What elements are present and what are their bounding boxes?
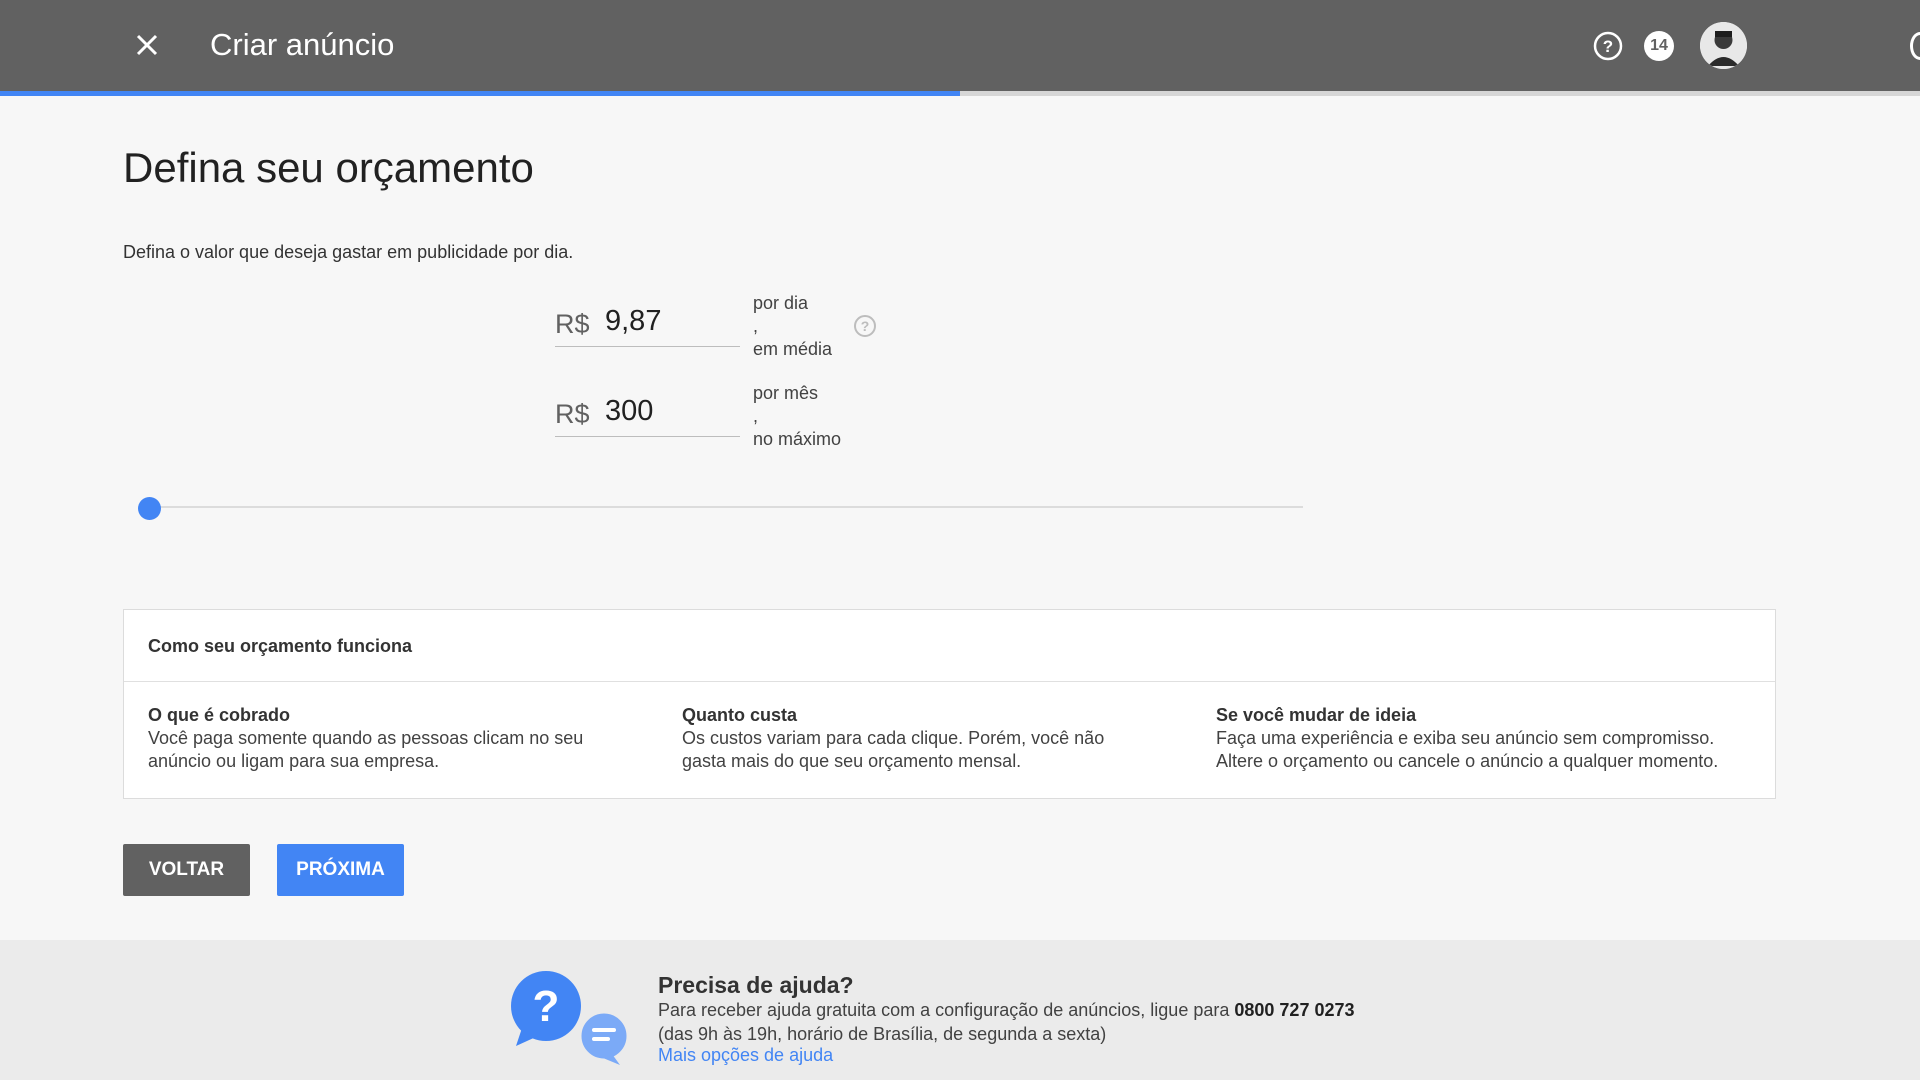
daily-budget-field: R$ [555, 293, 740, 347]
monthly-unit-line2: , [753, 406, 759, 426]
daily-unit-line3: em média [753, 339, 833, 359]
svg-text:?: ? [861, 318, 870, 334]
monthly-budget-field: R$ [555, 383, 740, 437]
footer-phone-text: Para receber ajuda gratuita com a config… [658, 1000, 1235, 1020]
info-column-text: gasta mais do que seu orçamento mensal. [682, 751, 1022, 771]
monthly-currency-label: R$ [555, 399, 590, 429]
page-title: Defina seu orçamento [123, 144, 534, 191]
info-column-title: Quanto custa [682, 705, 798, 725]
monthly-unit-line3: no máximo [753, 429, 842, 449]
footer-hours-line: (das 9h às 19h, horário de Brasília, de … [658, 1024, 1107, 1044]
footer-title: Precisa de ajuda? [658, 972, 854, 998]
budget-description: Defina o valor que deseja gastar em publ… [123, 242, 574, 262]
info-column-text: anúncio ou ligam para sua empresa. [148, 751, 440, 771]
close-icon[interactable] [128, 26, 166, 64]
top-app-bar: Criar anúncio ? 14 [0, 0, 1920, 91]
info-column-text: Os custos variam para cada clique. Porém… [682, 728, 1105, 748]
wizard-progress-bar [0, 91, 1920, 96]
notifications-badge[interactable]: 14 [1644, 31, 1674, 61]
info-column-title: O que é cobrado [148, 705, 291, 725]
next-button[interactable]: PRÓXIMA [277, 844, 404, 896]
info-card-divider [124, 681, 1775, 682]
info-column-change-mind: Se você mudar de ideia Faça uma experiên… [1216, 704, 1766, 773]
info-column-text: Faça uma experiência e exiba seu anúncio… [1216, 728, 1715, 748]
back-button[interactable]: VOLTAR [123, 844, 250, 896]
wizard-progress-fill [0, 91, 960, 96]
budget-slider-thumb[interactable] [137, 497, 161, 520]
avatar[interactable] [1700, 22, 1747, 69]
monthly-unit-label: por mês , no máximo [753, 382, 841, 451]
daily-budget-input[interactable] [605, 305, 740, 338]
help-circle-icon[interactable]: ? [853, 314, 877, 338]
monthly-budget-input[interactable] [605, 395, 740, 428]
help-footer: ? Precisa de ajuda? Para receber ajuda g… [0, 940, 1920, 1080]
info-column-cost: Quanto custa Os custos variam para cada … [682, 704, 1182, 773]
page-header-title: Criar anúncio [210, 27, 395, 62]
help-chat-icon: ? [508, 968, 633, 1068]
daily-currency-label: R$ [555, 309, 590, 339]
daily-unit-label: por dia , em média [753, 292, 832, 361]
svg-text:?: ? [1603, 37, 1613, 56]
budget-slider-track[interactable] [148, 506, 1303, 508]
budget-info-card: Como seu orçamento funciona O que é cobr… [123, 609, 1776, 799]
footer-phone-line: Para receber ajuda gratuita com a config… [658, 1000, 1355, 1021]
info-column-title: Se você mudar de ideia [1216, 705, 1417, 725]
help-icon[interactable]: ? [1592, 30, 1624, 62]
info-column-charged: O que é cobrado Você paga somente quando… [148, 704, 648, 773]
daily-unit-line2: , [753, 316, 759, 336]
daily-unit-line1: por dia [753, 293, 809, 313]
info-column-text: Você paga somente quando as pessoas clic… [148, 728, 584, 748]
monthly-unit-line1: por mês [753, 383, 819, 403]
footer-phone-number: 0800 727 0273 [1234, 1000, 1355, 1020]
svg-text:?: ? [533, 982, 560, 1031]
info-column-text: Altere o orçamento ou cancele o anúncio … [1216, 751, 1719, 771]
partial-circle-icon[interactable] [1910, 32, 1920, 60]
info-card-title: Como seu orçamento funciona [148, 636, 413, 656]
more-help-options-link[interactable]: Mais opções de ajuda [658, 1045, 833, 1066]
